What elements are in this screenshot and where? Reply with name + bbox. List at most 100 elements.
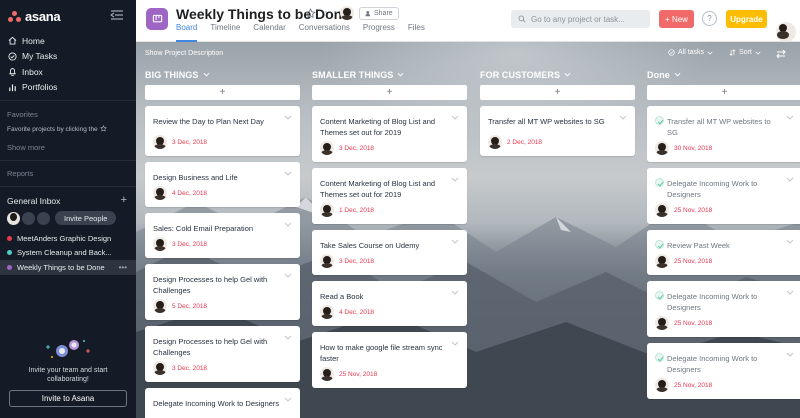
assignee-avatar[interactable] <box>320 141 334 155</box>
tab-conversations[interactable]: Conversations <box>299 23 350 42</box>
filter-dropdown[interactable]: All tasks <box>668 49 713 56</box>
tab-files[interactable]: Files <box>408 23 425 42</box>
assignee-avatar[interactable] <box>655 316 669 330</box>
user-avatar[interactable] <box>776 22 796 42</box>
sidebar-project-meetanders[interactable]: MeetAnders Graphic Design <box>0 231 136 246</box>
completed-check-icon[interactable] <box>655 178 664 187</box>
sidebar-item-inbox[interactable]: Inbox <box>0 64 136 80</box>
search-bar[interactable] <box>511 10 650 28</box>
add-task-button[interactable]: + <box>647 85 800 100</box>
column-header[interactable]: SMALLER THINGS <box>312 64 467 85</box>
star-icon[interactable] <box>305 8 316 19</box>
chevron-down-icon[interactable] <box>451 341 459 346</box>
task-card[interactable]: Design Business and Life 4 Dec, 2018 <box>145 162 300 207</box>
assignee-avatar[interactable] <box>153 135 167 149</box>
chevron-down-icon[interactable] <box>284 335 292 340</box>
task-card[interactable]: Content Marketing of Blog List and Theme… <box>312 106 467 162</box>
chevron-down-icon[interactable] <box>451 239 459 244</box>
chevron-down-icon[interactable] <box>786 290 794 295</box>
team-name[interactable]: General Inbox <box>7 196 60 206</box>
add-task-button[interactable]: + <box>312 85 467 100</box>
task-card[interactable]: Content Marketing of Blog List and Theme… <box>312 168 467 224</box>
completed-check-icon[interactable] <box>655 240 664 249</box>
chevron-down-icon[interactable] <box>786 352 794 357</box>
chevron-down-icon[interactable] <box>284 115 292 120</box>
assignee-avatar[interactable] <box>153 299 167 313</box>
chevron-down-icon[interactable] <box>786 177 794 182</box>
sort-dropdown[interactable]: Sort <box>729 49 761 56</box>
task-card[interactable]: Delegate Incoming Work to Designers <box>145 388 300 418</box>
task-card[interactable]: How to make google file stream sync fast… <box>312 332 467 388</box>
task-card[interactable]: Transfer all MT WP websites to SG 2 Dec,… <box>480 106 635 156</box>
assignee-avatar[interactable] <box>320 203 334 217</box>
assignee-avatar[interactable] <box>488 135 502 149</box>
completed-task-card[interactable]: Transfer all MT WP websites to SG 30 Nov… <box>647 106 800 162</box>
column-header[interactable]: BIG THINGS <box>145 64 300 85</box>
sidebar-project-weekly-things[interactable]: Weekly Things to be Done ••• <box>0 260 136 275</box>
tab-timeline[interactable]: Timeline <box>210 23 240 42</box>
asana-logo[interactable]: asana <box>8 9 61 24</box>
chevron-down-icon[interactable] <box>786 115 794 120</box>
upgrade-button[interactable]: Upgrade <box>726 10 767 28</box>
reports-link[interactable]: Reports <box>7 169 33 178</box>
invite-people-button[interactable]: Invite People <box>55 211 117 225</box>
chevron-down-icon[interactable] <box>284 397 292 402</box>
add-task-button[interactable]: + <box>480 85 635 100</box>
tab-progress[interactable]: Progress <box>363 23 395 42</box>
tab-calendar[interactable]: Calendar <box>253 23 285 42</box>
assignee-avatar[interactable] <box>655 203 669 217</box>
assignee-avatar[interactable] <box>153 186 167 200</box>
chevron-down-icon[interactable] <box>451 177 459 182</box>
assignee-avatar[interactable] <box>153 237 167 251</box>
assignee-avatar[interactable] <box>655 141 669 155</box>
assignee-avatar[interactable] <box>320 254 334 268</box>
avatar[interactable] <box>340 6 354 20</box>
collapse-sidebar-icon[interactable] <box>110 10 124 20</box>
task-card[interactable]: Sales: Cold Email Preparation 3 Dec, 201… <box>145 213 300 258</box>
project-icon[interactable] <box>146 8 168 30</box>
completed-task-card[interactable]: Delegate Incoming Work to Designers 25 N… <box>647 281 800 337</box>
help-button[interactable]: ? <box>702 11 717 26</box>
chevron-down-icon[interactable] <box>284 222 292 227</box>
search-input[interactable] <box>531 14 641 24</box>
sidebar-item-my-tasks[interactable]: My Tasks <box>0 49 136 65</box>
assignee-avatar[interactable] <box>320 367 334 381</box>
avatar-placeholder[interactable] <box>37 211 50 225</box>
column-header[interactable]: FOR CUSTOMERS <box>480 64 635 85</box>
completed-task-card[interactable]: Delegate Incoming Work to Designers 25 N… <box>647 343 800 399</box>
task-card[interactable]: Review the Day to Plan Next Day 3 Dec, 2… <box>145 106 300 156</box>
chevron-down-icon[interactable] <box>786 239 794 244</box>
completed-task-card[interactable]: Delegate Incoming Work to Designers 25 N… <box>647 168 800 224</box>
avatar-placeholder[interactable] <box>22 211 35 225</box>
avatar[interactable] <box>7 211 20 225</box>
sidebar-item-home[interactable]: Home <box>0 33 136 49</box>
add-task-button[interactable]: + <box>145 85 300 100</box>
chevron-down-icon[interactable] <box>451 115 459 120</box>
chevron-down-icon[interactable] <box>284 171 292 176</box>
sidebar-project-system-cleanup[interactable]: System Cleanup and Back... <box>0 246 136 261</box>
completed-check-icon[interactable] <box>655 116 664 125</box>
completed-check-icon[interactable] <box>655 291 664 300</box>
sidebar-item-portfolios[interactable]: Portfolios <box>0 80 136 96</box>
chevron-down-icon[interactable] <box>284 273 292 278</box>
completed-task-card[interactable]: Review Past Week 25 Nov, 2018 <box>647 230 800 275</box>
new-button[interactable]: + New <box>659 10 694 28</box>
more-options-icon[interactable]: ••• <box>119 263 127 272</box>
invite-to-asana-button[interactable]: Invite to Asana <box>9 390 127 407</box>
chevron-down-icon[interactable] <box>619 115 627 120</box>
customize-icon[interactable] <box>776 49 786 59</box>
assignee-avatar[interactable] <box>655 254 669 268</box>
chevron-down-icon[interactable] <box>451 290 459 295</box>
task-card[interactable]: Take Sales Course on Udemy 3 Dec, 2018 <box>312 230 467 275</box>
assignee-avatar[interactable] <box>153 361 167 375</box>
assignee-avatar[interactable] <box>320 305 334 319</box>
task-card[interactable]: Design Processes to help Gel with Challe… <box>145 326 300 382</box>
show-description-link[interactable]: Show Project Description <box>145 50 223 57</box>
assignee-avatar[interactable] <box>655 378 669 392</box>
share-button[interactable]: Share <box>359 7 399 20</box>
task-card[interactable]: Read a Book 4 Dec, 2018 <box>312 281 467 326</box>
completed-check-icon[interactable] <box>655 353 664 362</box>
task-card[interactable]: Design Processes to help Gel with Challe… <box>145 264 300 320</box>
more-options-icon[interactable]: ··· <box>324 6 338 18</box>
tab-board[interactable]: Board <box>176 23 198 42</box>
